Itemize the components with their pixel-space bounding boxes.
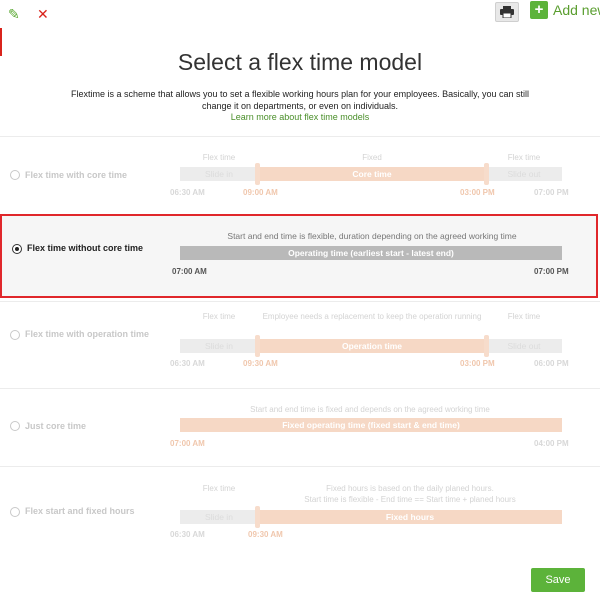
time-label: 06:30 AM [170,359,205,368]
time-label: 07:00 AM [172,267,207,276]
model-label: Flex start and fixed hours [25,506,135,516]
time-label: 03:00 PM [460,188,495,197]
header-fixed: Fixed [362,153,382,162]
intro-text: Flextime is a scheme that allows you to … [70,89,530,111]
drag-handle[interactable] [484,335,489,357]
time-label: 06:30 AM [170,188,205,197]
print-button[interactable] [495,2,519,22]
bar-slide-in: Slide in [180,167,258,181]
learn-more-link[interactable]: Learn more about flex time models [0,112,600,122]
radio-operation-time[interactable] [10,330,20,340]
radio-just-core-time[interactable] [10,421,20,431]
drag-handle[interactable] [255,163,260,185]
bar-slide-out: Slide out [486,339,562,353]
drag-handle[interactable] [255,335,260,357]
model-row-without-core-time[interactable]: Flex time without core time Start and en… [0,214,598,298]
radio-flex-start-fixed-hours[interactable] [10,507,20,517]
header-flex-time: Flex time [202,312,236,321]
bar-slide-in: Slide in [180,510,258,524]
model-row-flex-start-fixed-hours[interactable]: Flex start and fixed hours Flex time Fix… [0,467,600,557]
time-label: 09:30 AM [248,530,283,539]
model-label: Just core time [25,421,87,431]
close-icon[interactable]: ✕ [37,6,49,22]
model-row-just-core-time[interactable]: Just core time Start and end time is fix… [0,389,600,466]
bar-fixed-hours: Fixed hours [258,510,562,524]
time-label: 07:00 AM [170,439,205,448]
time-label: 06:30 AM [170,530,205,539]
radio-core-time[interactable] [10,170,20,180]
header-flex-time: Flex time [202,484,236,493]
header-fixed-hours-detail: Start time is flexible - End time == Sta… [304,495,516,504]
time-label: 09:30 AM [243,359,278,368]
time-label: 04:00 PM [534,439,569,448]
add-new-button[interactable]: + [530,1,548,19]
model-label: Flex time with operation time [25,329,150,339]
model-description: Start and end time is fixed and depends … [250,405,490,414]
header-flex-time: Flex time [507,312,541,321]
radio-without-core-time[interactable] [12,244,22,254]
time-label: 07:00 PM [534,188,569,197]
drag-handle[interactable] [484,163,489,185]
page-title: Select a flex time model [177,49,423,75]
model-row-operation-time[interactable]: Flex time with operation time Flex time … [0,302,600,388]
drag-handle[interactable] [255,506,260,528]
header-operation: Employee needs a replacement to keep the… [262,312,482,321]
time-label: 03:00 PM [460,359,495,368]
bar-slide-out: Slide out [486,167,562,181]
header-fixed-hours: Fixed hours is based on the daily planed… [326,484,494,493]
save-button[interactable]: Save [531,568,585,592]
bar-operating-time: Operating time (earliest start - latest … [180,246,562,260]
header-flex-time: Flex time [507,153,541,162]
pencil-icon[interactable]: ✎ [8,6,20,22]
time-label: 09:00 AM [243,188,278,197]
bar-slide-in: Slide in [180,339,258,353]
model-row-core-time[interactable]: Flex time with core time Flex time Fixed… [0,137,600,214]
toolbar: ✎ ✕ + Add new [0,0,600,30]
time-label: 06:00 PM [534,359,569,368]
bar-operation-time: Operation time [258,339,486,353]
header-flex-time: Flex time [202,153,236,162]
plus-icon: + [534,1,544,18]
model-label: Flex time with core time [25,170,128,180]
model-description: Start and end time is flexible, duration… [227,231,517,241]
time-label: 07:00 PM [534,267,569,276]
printer-icon [500,6,514,18]
bar-core-time: Core time [258,167,486,181]
model-label: Flex time without core time [27,243,144,253]
bar-fixed-operating-time: Fixed operating time (fixed start & end … [180,418,562,432]
add-new-label[interactable]: Add new [553,2,600,18]
